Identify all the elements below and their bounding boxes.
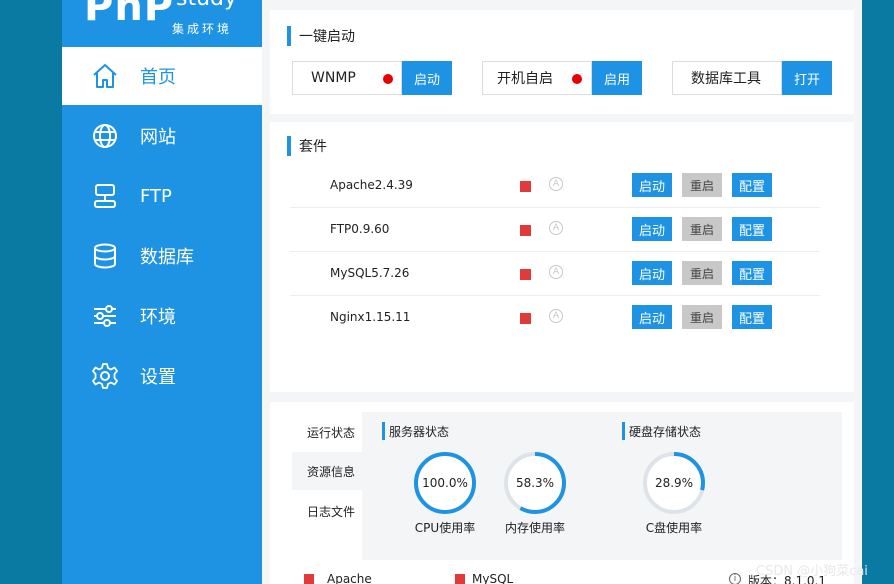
sliders-icon [90, 301, 120, 331]
sidebar-item-label: FTP [140, 185, 172, 207]
disk-usage-gauge: 28.9% [642, 451, 706, 515]
memory-usage-value: 58.3% [515, 476, 555, 490]
disk-usage-label: C盘使用率 [645, 521, 703, 535]
mysql-status-label: MySQL [472, 572, 514, 584]
sidebar-item-database[interactable]: 数据库 [62, 227, 262, 285]
section-accent-bar [382, 422, 385, 440]
section-title-disk-status: 硬盘存储状态 [622, 422, 701, 440]
window-background-left [0, 0, 62, 584]
service-start-button[interactable]: 启动 [632, 173, 672, 197]
tab-log-files[interactable]: 日志文件 [292, 492, 370, 530]
watermark: CSDN @小狗菜cai [756, 564, 868, 579]
sidebar-item-settings[interactable]: 设置 [62, 347, 262, 405]
autostart-icon[interactable]: A [549, 265, 563, 279]
db-tool-open-button[interactable]: 打开 [782, 61, 832, 95]
cpu-usage-label: CPU使用率 [414, 521, 476, 535]
globe-icon [90, 121, 120, 151]
logo-study-text: study [176, 0, 237, 11]
autostart-icon[interactable]: A [549, 309, 563, 323]
section-title-text: 硬盘存储状态 [629, 424, 702, 439]
window-background-right [862, 0, 894, 584]
tab-runtime-status[interactable]: 运行状态 [292, 413, 370, 451]
sidebar-item-label: 设置 [140, 367, 176, 388]
service-config-button[interactable]: 配置 [732, 261, 772, 285]
section-accent-bar [287, 136, 291, 156]
app-logo: PhP study 集成环境 [82, 0, 262, 46]
service-name: Apache2.4.39 [330, 178, 413, 192]
service-status-indicator [520, 269, 531, 280]
autostart-icon[interactable]: A [549, 221, 563, 235]
sidebar-item-label: 环境 [140, 307, 176, 328]
section-title-text: 服务器状态 [389, 424, 450, 439]
cpu-usage-gauge: 100.0% [413, 451, 477, 515]
sidebar-item-home[interactable]: 首页 [62, 47, 262, 105]
service-restart-button[interactable]: 重启 [682, 261, 722, 285]
sidebar-item-website[interactable]: 网站 [62, 107, 262, 165]
logo-php-text: PhP [84, 0, 175, 30]
service-status-indicator [520, 313, 531, 324]
autostart-icon[interactable]: A [549, 177, 563, 191]
sidebar-item-label: 首页 [140, 67, 176, 88]
table-row: Apache2.4.39 A 启动 重启 配置 [290, 164, 820, 208]
section-accent-bar [287, 26, 291, 46]
service-restart-button[interactable]: 重启 [682, 217, 722, 241]
service-config-button[interactable]: 配置 [732, 305, 772, 329]
sidebar-item-label: 网站 [140, 127, 176, 148]
apache-status-indicator [304, 574, 314, 584]
sidebar-item-label: 数据库 [140, 247, 194, 268]
wnmp-status-box: WNMP [292, 61, 402, 95]
database-icon [90, 241, 120, 271]
section-accent-bar [622, 422, 625, 440]
service-restart-button[interactable]: 重启 [682, 173, 722, 197]
server-icon [90, 181, 120, 211]
logo-subtitle: 集成环境 [172, 22, 233, 36]
service-name: Nginx1.15.11 [330, 310, 411, 324]
table-row: Nginx1.15.11 A 启动 重启 配置 [290, 296, 820, 340]
table-row: FTP0.9.60 A 启动 重启 配置 [290, 208, 820, 252]
autostart-enable-button[interactable]: 启用 [592, 61, 642, 95]
wnmp-label: WNMP [311, 70, 356, 86]
service-config-button[interactable]: 配置 [732, 173, 772, 197]
section-title-server-status: 服务器状态 [382, 422, 449, 440]
suite-card: 套件 Apache2.4.39 A 启动 重启 配置 FTP0.9.60 A 启… [270, 122, 854, 392]
section-title-suite: 套件 [287, 136, 327, 156]
service-name: FTP0.9.60 [330, 222, 390, 236]
gear-icon [90, 361, 120, 391]
mysql-status-indicator [455, 574, 465, 584]
section-title-quick-start: 一键启动 [287, 26, 355, 46]
home-icon [90, 61, 120, 91]
info-icon: i [729, 573, 741, 584]
memory-usage-label: 内存使用率 [504, 521, 565, 535]
sidebar: PhP study 集成环境 首页 网站 FTP 数据库 环境 [62, 0, 262, 584]
service-status-indicator [520, 181, 531, 192]
service-config-button[interactable]: 配置 [732, 217, 772, 241]
tab-resource-info[interactable]: 资源信息 [292, 452, 370, 490]
memory-usage-gauge: 58.3% [503, 451, 567, 515]
service-status-indicator [520, 225, 531, 236]
section-title-text: 套件 [299, 139, 327, 155]
autostart-status-box: 开机自启 [482, 61, 592, 95]
main-content: 一键启动 WNMP 启动 开机自启 启用 数据库工具 打开 套件 Apache2… [262, 0, 862, 584]
section-title-text: 一键启动 [299, 29, 355, 45]
wnmp-start-button[interactable]: 启动 [402, 61, 452, 95]
disk-usage-value: 28.9% [654, 476, 694, 490]
table-row: MySQL5.7.26 A 启动 重启 配置 [290, 252, 820, 296]
resource-info-panel: 服务器状态 硬盘存储状态 100.0% CPU使用率 58.3% 内存使用率 2… [362, 412, 842, 560]
quick-start-card: 一键启动 WNMP 启动 开机自启 启用 数据库工具 打开 [270, 10, 854, 114]
service-restart-button[interactable]: 重启 [682, 305, 722, 329]
apache-status-label: Apache [327, 572, 372, 584]
service-start-button[interactable]: 启动 [632, 261, 672, 285]
service-name: MySQL5.7.26 [330, 266, 410, 280]
autostart-label: 开机自启 [497, 71, 553, 87]
cpu-usage-value: 100.0% [422, 476, 468, 490]
wnmp-status-dot [383, 74, 393, 84]
db-tool-box: 数据库工具 [672, 61, 782, 95]
autostart-status-dot [572, 74, 582, 84]
db-tool-label: 数据库工具 [691, 71, 761, 87]
service-start-button[interactable]: 启动 [632, 217, 672, 241]
sidebar-item-ftp[interactable]: FTP [62, 167, 262, 225]
service-start-button[interactable]: 启动 [632, 305, 672, 329]
sidebar-item-environment[interactable]: 环境 [62, 287, 262, 345]
